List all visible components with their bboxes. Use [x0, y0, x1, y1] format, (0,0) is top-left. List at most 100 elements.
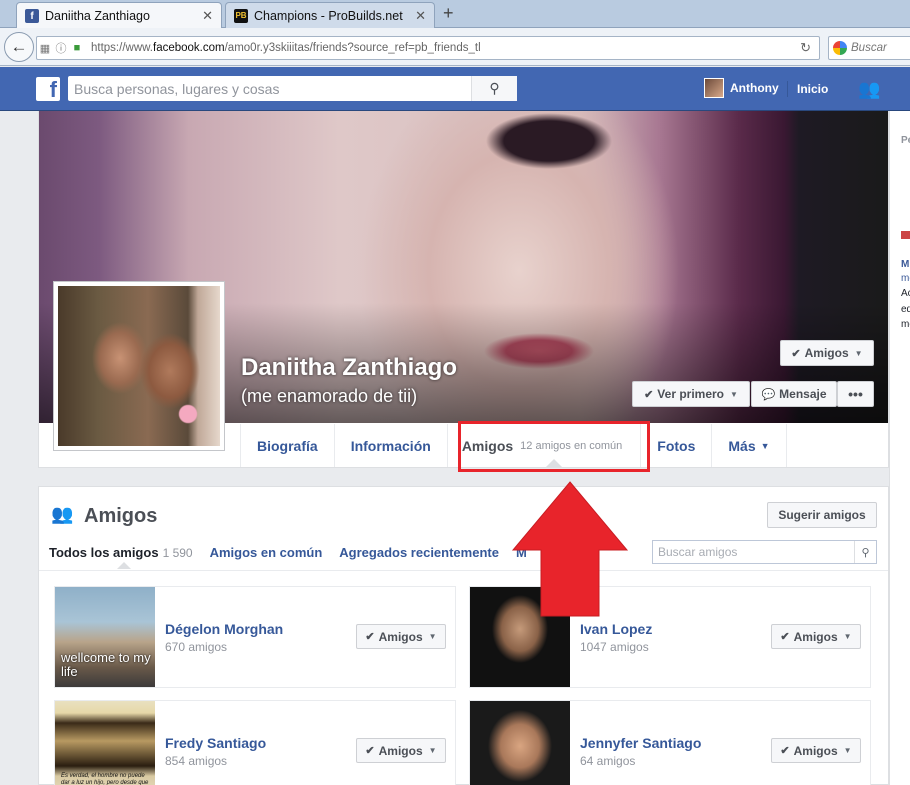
more-options-button[interactable]: ••• [837, 381, 874, 407]
header-divider [787, 81, 788, 97]
check-icon: ✔ [791, 347, 801, 360]
right-column: Pe M me Ac ed me [889, 111, 910, 785]
google-icon [833, 41, 847, 55]
chevron-down-icon: ▼ [760, 440, 770, 451]
right-col-text: me [901, 319, 910, 330]
selected-tab-indicator [117, 562, 131, 569]
profile-picture[interactable] [53, 281, 225, 451]
chevron-down-icon: ▼ [428, 746, 437, 755]
info-icon[interactable]: ⓘ [53, 40, 69, 56]
friend-status-button[interactable]: ✔ Amigos ▼ [356, 624, 446, 649]
user-profile-link[interactable]: Anthony [704, 78, 779, 98]
right-col-image [901, 231, 910, 239]
url-path: /amo0r.y3skiiitas/friends?source_ref=pb_… [224, 42, 481, 54]
friend-count[interactable]: 670 amigos [165, 640, 227, 654]
home-link[interactable]: Inicio [797, 82, 828, 96]
friend-search: ⚲ [652, 540, 877, 564]
friends-filter-tabs: Todos los amigos 1 590 Amigos en común Ag… [49, 545, 544, 560]
button-label: Amigos [793, 743, 838, 758]
check-icon: ✔ [365, 745, 375, 757]
chevron-down-icon: ▼ [428, 632, 437, 641]
facebook-search: ⚲ [68, 76, 517, 101]
chevron-down-icon: ▼ [730, 389, 738, 399]
friend-photo[interactable]: Es verdad, el hombre no puede dar a luz … [55, 701, 155, 785]
friend-photo[interactable]: wellcome to my life [55, 587, 155, 687]
friend-count[interactable]: 1047 amigos [580, 640, 649, 654]
friend-status-button[interactable]: ✔ Amigos ▼ [356, 738, 446, 763]
friends-icon: 👥 [51, 504, 74, 524]
facebook-search-input[interactable] [68, 76, 471, 101]
search-icon: ⚲ [489, 80, 500, 96]
suggest-friends-button[interactable]: Sugerir amigos [767, 502, 877, 528]
tab-timeline[interactable]: Biografía [241, 424, 335, 467]
tab-photos[interactable]: Fotos [641, 424, 713, 467]
friend-requests-icon[interactable]: 👥 [858, 79, 880, 100]
close-tab-icon[interactable]: ✕ [202, 8, 213, 24]
friend-name[interactable]: Ivan Lopez [580, 621, 652, 637]
lock-icon: ■ [73, 42, 81, 54]
button-label: Amigos [378, 743, 423, 758]
browser-tab-facebook[interactable]: f Daniitha Zanthiago ✕ [16, 2, 222, 29]
search-friends-input[interactable] [653, 541, 854, 563]
friend-name[interactable]: Dégelon Morghan [165, 621, 283, 637]
profile-alternate-name: (me enamorado de tii) [241, 386, 418, 406]
section-title[interactable]: Amigos [84, 505, 157, 528]
url-text: https://www.facebook.com/amo0r.y3skiiita… [91, 42, 481, 54]
browser-nav-bar: ← ▦ ⓘ ■ https://www.facebook.com/amo0r.y… [0, 28, 910, 66]
see-first-button[interactable]: ✔ Ver primero ▼ [632, 381, 750, 407]
button-label: Amigos [378, 629, 423, 644]
tab-all-friends[interactable]: Todos los amigos 1 590 [49, 545, 193, 560]
tab-mutual-friends[interactable]: Amigos en común [210, 545, 323, 560]
browser-search-placeholder: Buscar [851, 42, 887, 54]
search-icon[interactable]: ⚲ [854, 541, 876, 563]
chevron-down-icon: ▼ [854, 348, 863, 358]
divider [39, 570, 888, 571]
friend-card: Jennyfer Santiago 64 amigos ✔ Amigos ▼ [469, 700, 871, 785]
chevron-down-icon: ▼ [843, 746, 852, 755]
annotation-arrow-icon [511, 481, 629, 617]
friend-photo[interactable] [470, 701, 570, 785]
browser-search-box[interactable]: Buscar [828, 36, 910, 60]
right-col-text: Ac [901, 288, 910, 299]
friend-status-button[interactable]: ✔ Amigos ▼ [771, 624, 861, 649]
tab-label: Información [350, 437, 431, 454]
check-icon: ✔ [365, 631, 375, 643]
right-col-text: me [901, 273, 910, 284]
friend-name[interactable]: Fredy Santiago [165, 735, 266, 751]
back-button[interactable]: ← [4, 32, 34, 62]
profile-name[interactable]: Daniitha Zanthiago [241, 354, 457, 382]
reload-icon[interactable]: ↻ [800, 40, 811, 56]
friends-status-button[interactable]: ✔ Amigos ▼ [780, 340, 874, 366]
tab-about[interactable]: Información [335, 424, 448, 467]
browser-tab-probuilds[interactable]: PB Champions - ProBuilds.net ✕ [225, 2, 435, 28]
facebook-logo-icon[interactable]: f [36, 77, 60, 101]
new-tab-icon[interactable]: + [443, 3, 454, 23]
tab-more[interactable]: Más ▼ [712, 424, 787, 467]
see-first-label: Ver primero [657, 387, 724, 401]
tab-label: Más [728, 437, 756, 454]
friend-count[interactable]: 854 amigos [165, 754, 227, 768]
friend-status-button[interactable]: ✔ Amigos ▼ [771, 738, 861, 763]
chevron-down-icon: ▼ [843, 632, 852, 641]
message-button[interactable]: 💬 Mensaje [751, 381, 837, 407]
friends-status-label: Amigos [804, 346, 849, 360]
search-button[interactable]: ⚲ [471, 76, 517, 101]
tab-recently-added[interactable]: Agregados recientemente [339, 545, 499, 560]
probuilds-favicon-icon: PB [234, 8, 248, 23]
message-label: Mensaje [779, 387, 827, 401]
right-col-text[interactable]: M [901, 259, 909, 270]
message-icon: 💬 [761, 388, 776, 401]
user-name: Anthony [730, 81, 779, 95]
profile-header: Daniitha Zanthiago (me enamorado de tii)… [38, 111, 889, 468]
friend-card: Es verdad, el hombre no puede dar a luz … [54, 700, 456, 785]
address-bar[interactable]: ▦ ⓘ ■ https://www.facebook.com/amo0r.y3s… [36, 36, 820, 60]
right-col-text: Pe [901, 135, 910, 146]
tab-title: Daniitha Zanthiago [45, 9, 150, 23]
friend-count[interactable]: 64 amigos [580, 754, 635, 768]
friend-name[interactable]: Jennyfer Santiago [580, 735, 701, 751]
button-label: Amigos [793, 629, 838, 644]
friends-section: 👥 Amigos Sugerir amigos Todos los amigos… [38, 486, 889, 785]
page-icon: ▦ [39, 42, 51, 55]
close-tab-icon[interactable]: ✕ [415, 8, 426, 24]
check-icon: ✔ [780, 745, 790, 757]
